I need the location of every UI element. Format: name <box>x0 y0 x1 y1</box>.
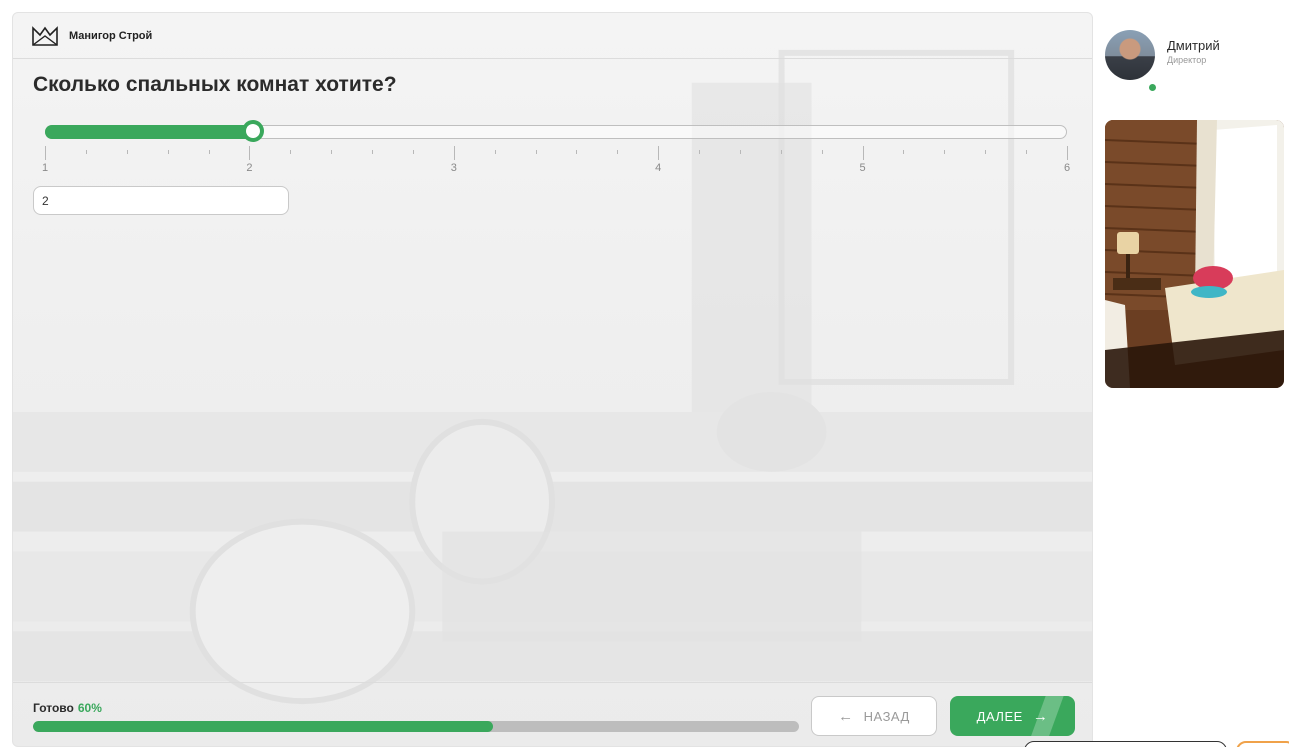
progress-percent: 60% <box>77 701 102 715</box>
major-tick <box>658 146 660 160</box>
quiz-footer: Готово 60% ← НАЗАД ДАЛЕЕ → <box>13 682 1092 746</box>
slider-scale: 1 2 3 4 5 6 <box>41 146 1071 186</box>
minor-tick <box>331 150 333 154</box>
minor-tick <box>985 150 987 154</box>
major-tick <box>45 146 46 160</box>
major-tick <box>862 146 864 160</box>
bedrooms-slider[interactable] <box>45 120 1067 142</box>
progress-bar <box>33 721 799 732</box>
minor-tick <box>821 150 823 154</box>
manager-name: Дмитрий <box>1167 38 1220 53</box>
avatar <box>1105 30 1155 80</box>
quiz-panel: Манигор Строй Сколько спальных комнат хо… <box>12 12 1093 747</box>
major-tick <box>249 146 251 160</box>
manager-role: Директор <box>1167 55 1207 65</box>
minor-tick <box>290 150 292 154</box>
crown-house-logo-icon <box>32 25 58 46</box>
progress-bar-fill <box>33 721 493 732</box>
arrow-right-icon: → <box>1032 707 1049 725</box>
minor-tick <box>85 150 87 154</box>
major-tick <box>453 146 455 160</box>
minor-tick <box>780 150 782 154</box>
tick-label: 4 <box>655 162 662 174</box>
manager-info: Дмитрий Директор <box>1167 38 1220 80</box>
tick-label: 5 <box>859 162 866 174</box>
quiz-page: Манигор Строй Сколько спальных комнат хо… <box>0 0 1289 747</box>
progress-label: Готово 60% <box>33 701 102 715</box>
minor-tick <box>944 150 946 154</box>
tick-label: 1 <box>41 162 49 174</box>
brand-name: Манигор Строй <box>69 29 153 42</box>
slider-fill <box>45 125 258 139</box>
next-button[interactable]: ДАЛЕЕ → <box>950 696 1075 736</box>
minor-tick <box>412 150 414 154</box>
online-status-dot <box>1147 82 1158 93</box>
minor-tick <box>576 150 578 154</box>
next-button-label: ДАЛЕЕ <box>976 708 1023 724</box>
question-title: Сколько спальных комнат хотите? <box>33 73 397 96</box>
minor-tick <box>167 150 169 154</box>
back-button-label: НАЗАД <box>863 708 910 724</box>
minor-tick <box>126 150 128 154</box>
back-button[interactable]: ← НАЗАД <box>811 696 937 736</box>
background-construction-photo <box>13 13 1092 746</box>
sidebar: Дмитрий Директор <box>1093 12 1289 747</box>
minor-tick <box>1026 150 1028 154</box>
progress-label-text: Готово <box>33 701 74 715</box>
quiz-header: Манигор Строй <box>13 13 1092 59</box>
major-tick <box>1067 146 1068 160</box>
manager-card: Дмитрий Директор <box>1105 30 1220 93</box>
tick-label: 3 <box>450 162 457 174</box>
minor-tick <box>699 150 701 154</box>
widget-button-orange[interactable] <box>1236 741 1289 747</box>
widget-button-outline[interactable] <box>1024 741 1227 747</box>
minor-tick <box>617 150 619 154</box>
minor-tick <box>739 150 741 154</box>
minor-tick <box>903 150 905 154</box>
bedrooms-value-input[interactable]: 2 <box>33 186 289 215</box>
bedroom-photo <box>1105 120 1284 388</box>
arrow-left-icon: ← <box>838 707 854 725</box>
tick-label: 6 <box>1063 162 1071 174</box>
minor-tick <box>494 150 496 154</box>
tick-label: 2 <box>246 162 253 174</box>
minor-tick <box>535 150 537 154</box>
minor-tick <box>372 150 374 154</box>
minor-tick <box>208 150 210 154</box>
